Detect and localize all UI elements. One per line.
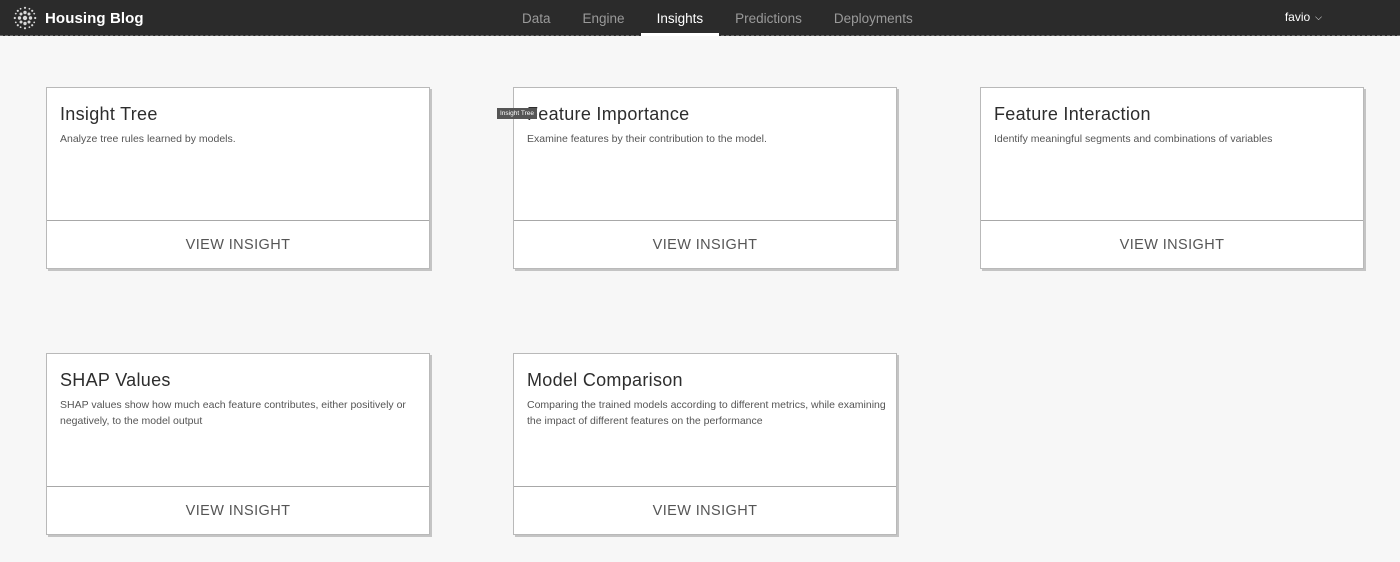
card-description: Comparing the trained models according t… (527, 399, 886, 427)
nav-tab-deployments[interactable]: Deployments (818, 0, 929, 36)
insight-card-insight-tree: Insight Tree Analyze tree rules learned … (46, 87, 430, 269)
card-title: Insight Tree (60, 104, 158, 124)
main-nav: Data Engine Insights Predictions Deploym… (506, 0, 929, 36)
top-navigation-bar: Housing Blog Data Engine Insights Predic… (0, 0, 1400, 36)
card-description: Analyze tree rules learned by models. (60, 133, 236, 145)
view-insight-button[interactable]: VIEW INSIGHT (514, 219, 896, 268)
view-insight-button[interactable]: VIEW INSIGHT (514, 485, 896, 534)
card-description: Examine features by their contribution t… (527, 133, 767, 145)
card-title: Feature Importance (527, 104, 690, 124)
user-name: favio (1284, 10, 1311, 24)
insight-card-feature-interaction: Feature Interaction Identify meaningful … (980, 87, 1364, 269)
view-insight-button[interactable]: VIEW INSIGHT (47, 219, 429, 268)
card-description: SHAP values show how much each feature c… (60, 399, 406, 427)
chevron-down-icon: ⌵ (1315, 11, 1322, 22)
app-name: Housing Blog (45, 9, 144, 27)
user-menu[interactable]: favio ⌵ (1285, 10, 1322, 24)
card-body: Insight Tree Analyze tree rules learned … (47, 88, 429, 221)
card-description: Identify meaningful segments and combina… (994, 133, 1273, 145)
nav-tab-insights[interactable]: Insights (640, 0, 720, 36)
card-title: Model Comparison (527, 370, 683, 390)
view-insight-button[interactable]: VIEW INSIGHT (47, 485, 429, 534)
card-title: Feature Interaction (994, 104, 1151, 124)
nav-tab-engine[interactable]: Engine (567, 0, 641, 36)
card-body: Feature Importance Examine features by t… (514, 88, 896, 221)
brand[interactable]: Housing Blog (12, 5, 144, 31)
card-body: Model Comparison Comparing the trained m… (514, 354, 896, 487)
insight-card-shap-values: SHAP Values SHAP values show how much ea… (46, 353, 430, 535)
insight-card-model-comparison: Model Comparison Comparing the trained m… (513, 353, 897, 535)
card-title: SHAP Values (60, 370, 171, 390)
nav-tab-predictions[interactable]: Predictions (719, 0, 818, 36)
dotted-sphere-logo-icon (12, 5, 38, 31)
view-insight-button[interactable]: VIEW INSIGHT (981, 219, 1363, 268)
card-body: SHAP Values SHAP values show how much ea… (47, 354, 429, 487)
nav-tab-data[interactable]: Data (506, 0, 567, 36)
insight-card-feature-importance: Feature Importance Examine features by t… (513, 87, 897, 269)
tooltip: Insight Tree (497, 108, 537, 119)
card-body: Feature Interaction Identify meaningful … (981, 88, 1363, 221)
